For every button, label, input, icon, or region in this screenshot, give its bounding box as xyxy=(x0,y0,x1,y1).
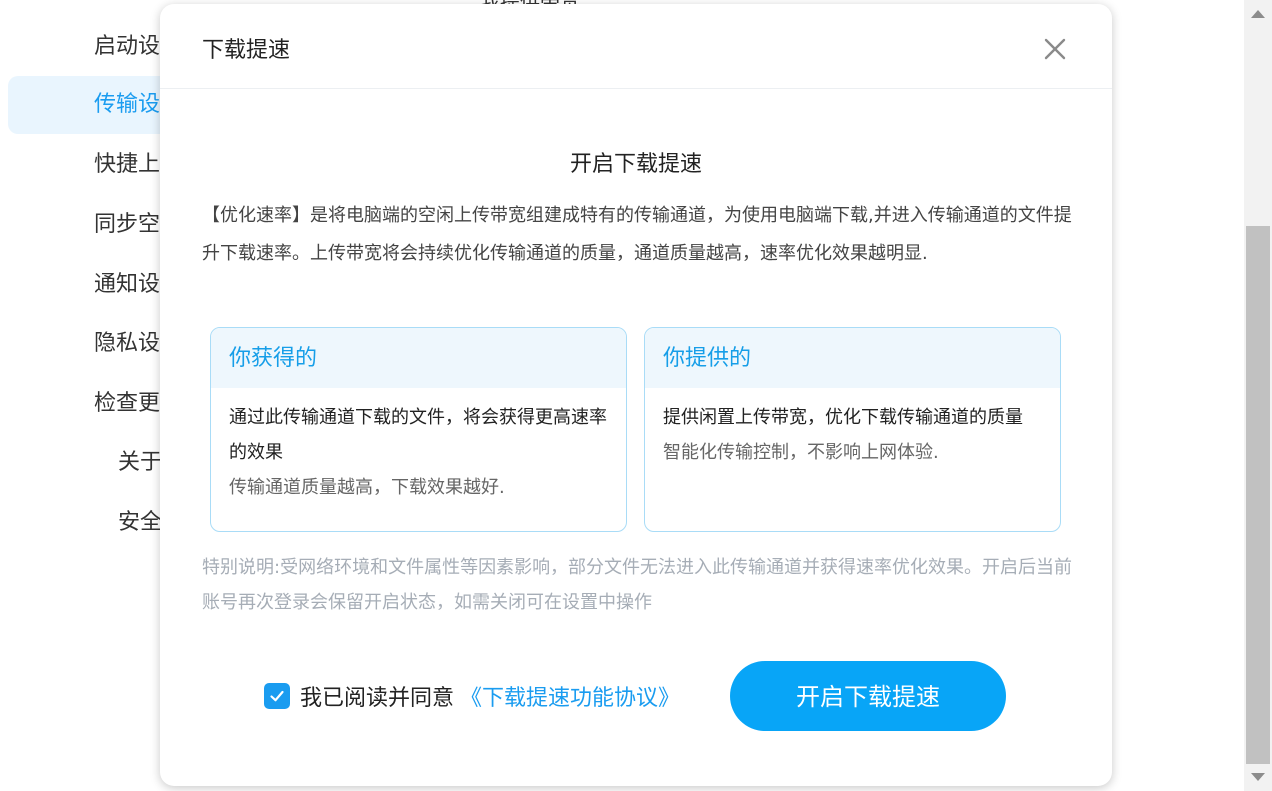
scrollbar-thumb[interactable] xyxy=(1246,226,1270,764)
special-note: 特别说明:受网络环境和文件属性等因素影响，部分文件无法进入此传输通道并获得速率优… xyxy=(202,557,1073,613)
dialog-header: 下载提速 xyxy=(160,4,1112,89)
modal-overlay: 下载提速 开启下载提速 【优化速率】是将电脑端的空闲上传带宽组建成特有的传输通道… xyxy=(0,0,1244,791)
intro-text: 【优化速率】是将电脑端的空闲上传带宽组建成特有的传输通道，为使用电脑端下载,并进… xyxy=(202,205,1072,264)
checkmark-icon xyxy=(270,690,284,702)
agreement-label: 我已阅读并同意 xyxy=(300,686,455,711)
page-scrollbar[interactable] xyxy=(1244,0,1272,791)
agreement-checkbox[interactable] xyxy=(264,683,290,709)
benefit-card-main-text: 通过此传输通道下载的文件，将会获得更高速率的效果 xyxy=(229,407,607,463)
close-icon xyxy=(1044,38,1066,60)
download-speedup-dialog: 下载提速 开启下载提速 【优化速率】是将电脑端的空闲上传带宽组建成特有的传输通道… xyxy=(160,4,1112,786)
scroll-up-arrow-icon[interactable] xyxy=(1251,10,1265,18)
enable-speedup-button[interactable]: 开启下载提速 xyxy=(730,661,1006,731)
benefit-card-sub-text: 传输通道质量越高，下载效果越好. xyxy=(229,477,505,498)
benefit-card: 你获得的 通过此传输通道下载的文件，将会获得更高速率的效果 传输通道质量越高，下… xyxy=(210,327,627,532)
scroll-down-arrow-icon[interactable] xyxy=(1251,773,1265,781)
contribution-card-title: 你提供的 xyxy=(645,328,1060,388)
dialog-title: 下载提速 xyxy=(202,38,291,63)
contribution-card: 你提供的 提供闲置上传带宽，优化下载传输通道的质量 智能化传输控制，不影响上网体… xyxy=(644,327,1061,532)
contribution-card-main-text: 提供闲置上传带宽，优化下载传输通道的质量 xyxy=(663,407,1023,428)
agreement-row: 我已阅读并同意 《下载提速功能协议》 xyxy=(264,678,680,714)
benefit-card-title: 你获得的 xyxy=(211,328,626,388)
close-button[interactable] xyxy=(1040,34,1070,64)
agreement-link[interactable]: 《下载提速功能协议》 xyxy=(460,680,680,712)
contribution-card-sub-text: 智能化传输控制，不影响上网体验. xyxy=(663,442,939,463)
section-title: 开启下载提速 xyxy=(569,152,702,177)
